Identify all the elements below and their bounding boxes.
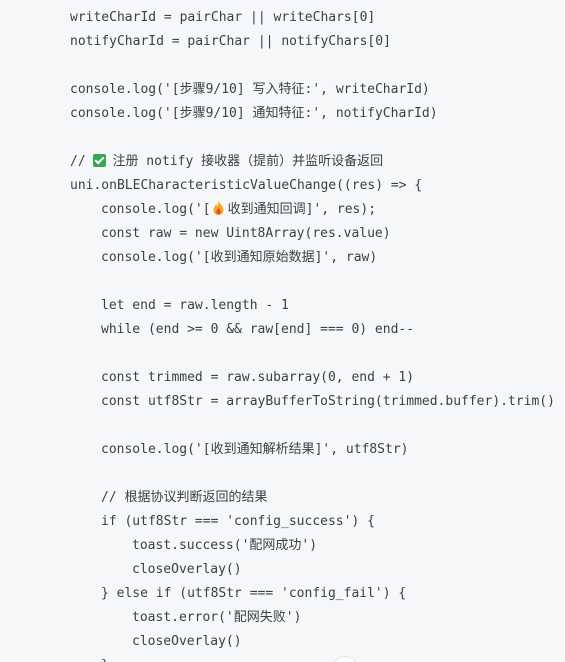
code-line-text: writeCharId = pairChar || writeChars[0] [70, 10, 376, 25]
code-viewer: writeCharId = pairChar || writeChars[0] n… [0, 0, 565, 662]
code-line-text: 注册 notify 接收器（提前）并监听设备返回 [112, 154, 384, 169]
code-line: toast.success('配网成功') [70, 534, 565, 558]
code-line: closeOverlay() [70, 558, 565, 582]
code-line-text: let end = raw.length - 1 [101, 298, 289, 313]
code-line-text: // 根据协议判断返回的结果 [101, 490, 268, 505]
code-line-text: const trimmed = raw.subarray(0, end + 1) [101, 370, 415, 385]
code-line: const raw = new Uint8Array(res.value) [70, 222, 565, 246]
code-line: writeCharId = pairChar || writeChars[0] [70, 6, 565, 30]
code-line: closeOverlay() [70, 630, 565, 654]
code-line: toast.error('配网失败') [70, 606, 565, 630]
code-line-text: } [101, 658, 109, 662]
code-line: // 注册 notify 接收器（提前）并监听设备返回 [70, 150, 565, 174]
code-line-text: notifyCharId = pairChar || notifyChars[0… [70, 34, 391, 49]
fire-icon [213, 201, 224, 215]
code-line: console.log('[步骤9/10] 写入特征:', writeCharI… [70, 78, 565, 102]
code-line-text: toast.success('配网成功') [132, 538, 318, 553]
code-line: uni.onBLECharacteristicValueChange((res)… [70, 174, 565, 198]
code-line: const trimmed = raw.subarray(0, end + 1) [70, 366, 565, 390]
code-line: } else if (utf8Str === 'config_fail') { [70, 582, 565, 606]
code-line-text: closeOverlay() [132, 562, 242, 577]
code-line-text: const raw = new Uint8Array(res.value) [101, 226, 391, 241]
code-line-text: console.log('[步骤9/10] 写入特征:', writeCharI… [70, 82, 430, 97]
code-line: console.log('[步骤9/10] 通知特征:', notifyChar… [70, 102, 565, 126]
code-line-text: } else if (utf8Str === 'config_fail') { [101, 586, 407, 601]
code-line: console.log('[收到通知解析结果]', utf8Str) [70, 438, 565, 462]
code-line: if (utf8Str === 'config_success') { [70, 510, 565, 534]
code-line: let end = raw.length - 1 [70, 294, 565, 318]
code-line-text: while (end >= 0 && raw[end] === 0) end-- [101, 322, 415, 337]
code-line: notifyCharId = pairChar || notifyChars[0… [70, 30, 565, 54]
code-line: } [70, 654, 565, 662]
check-icon [93, 154, 107, 167]
code-line: const utf8Str = arrayBufferToString(trim… [70, 390, 565, 414]
code-line-text: 收到通知回调]', res); [227, 202, 377, 217]
code-line: console.log('[ 收到通知回调]', res); [70, 198, 565, 222]
code-line-text: console.log('[步骤9/10] 通知特征:', notifyChar… [70, 106, 438, 121]
code-line-prefix: // [70, 154, 94, 169]
code-line: console.log('[收到通知原始数据]', raw) [70, 246, 565, 270]
code-block: writeCharId = pairChar || writeChars[0] n… [70, 6, 565, 662]
code-line-text: if (utf8Str === 'config_success') { [101, 514, 375, 529]
code-line-text: console.log('[收到通知原始数据]', raw) [101, 250, 378, 265]
code-line: while (end >= 0 && raw[end] === 0) end-- [70, 318, 565, 342]
code-line-text: uni.onBLECharacteristicValueChange((res)… [70, 178, 423, 193]
code-line-text: const utf8Str = arrayBufferToString(trim… [101, 394, 555, 409]
code-line-text: console.log('[收到通知解析结果]', utf8Str) [101, 442, 409, 457]
code-line: // 根据协议判断返回的结果 [70, 486, 565, 510]
code-line-prefix: console.log('[ [101, 202, 211, 217]
code-line-text: toast.error('配网失败') [132, 610, 302, 625]
code-line-text: closeOverlay() [132, 634, 242, 649]
